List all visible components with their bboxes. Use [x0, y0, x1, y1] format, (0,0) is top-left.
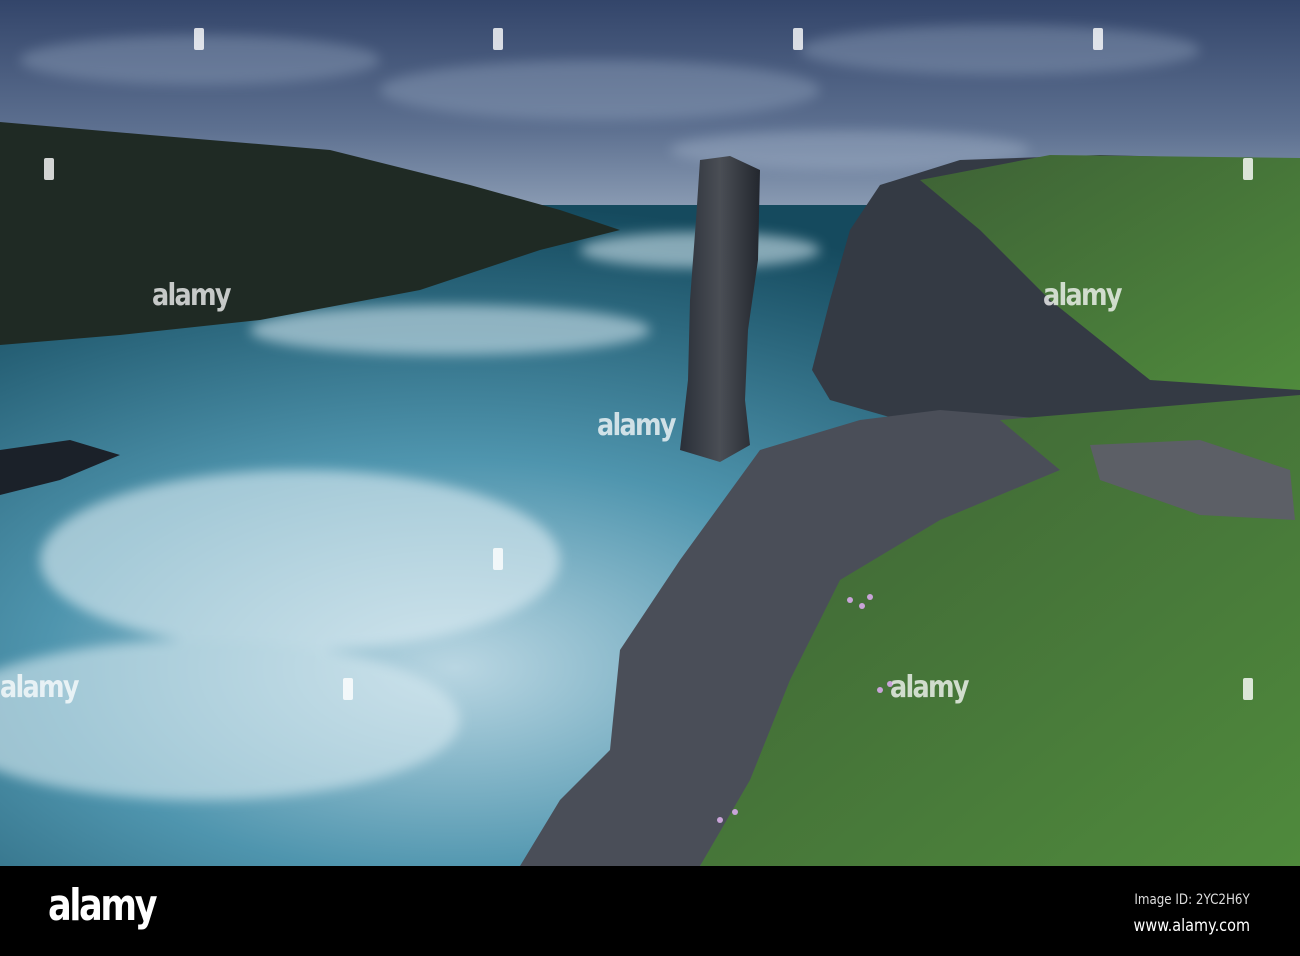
- watermark: alamy: [890, 670, 970, 705]
- watermark-mark: [1243, 158, 1253, 180]
- watermark: alamy: [1043, 278, 1123, 313]
- watermark-mark: [493, 28, 503, 50]
- watermark: alamy: [0, 670, 80, 705]
- watermark-mark: [1243, 678, 1253, 700]
- watermark-footer: alamy Image ID: 2YC2H6Y www.alamy.com: [0, 866, 1300, 956]
- watermark-mark: [343, 678, 353, 700]
- watermark-mark: [44, 158, 54, 180]
- watermark-mark: [194, 28, 204, 50]
- watermark-mark: [493, 548, 503, 570]
- watermark: alamy: [597, 408, 677, 443]
- watermark-mark: [793, 28, 803, 50]
- watermark-mark: [1093, 28, 1103, 50]
- alamy-logo: alamy: [48, 880, 158, 931]
- image-id: Image ID: 2YC2H6Y: [1134, 892, 1250, 908]
- website-url: www.alamy.com: [1133, 916, 1250, 936]
- stock-photo-frame: alamy alamy alamy alamy alamy alamy Imag…: [0, 0, 1300, 956]
- watermark: alamy: [152, 278, 232, 313]
